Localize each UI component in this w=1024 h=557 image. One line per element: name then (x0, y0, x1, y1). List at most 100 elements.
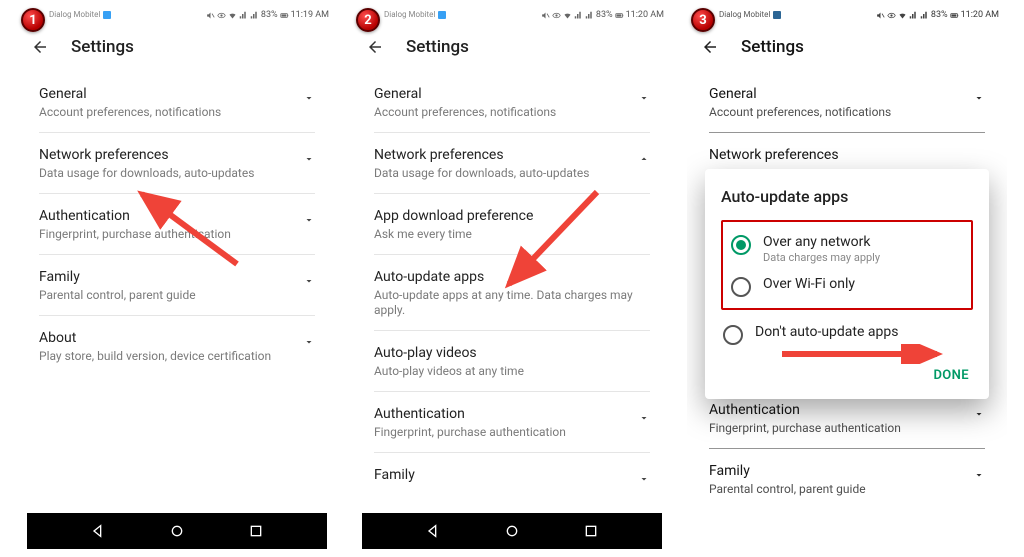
clock: 11:20 AM (961, 10, 999, 20)
clock: 11:20 AM (626, 10, 664, 20)
section-family[interactable]: Family Parental control, parent guide (709, 449, 985, 509)
section-title: App download preference (374, 208, 650, 224)
section-subtitle: Parental control, parent guide (709, 482, 963, 497)
battery-icon (615, 11, 624, 20)
app-header: Settings (17, 26, 337, 68)
status-bar: Dialog Mobitel 83% 11:20 AM (352, 4, 672, 26)
section-title: About (39, 330, 293, 346)
section-subtitle: Fingerprint, purchase authentication (374, 425, 628, 440)
signal-icon (585, 11, 594, 20)
back-icon[interactable] (701, 38, 719, 56)
chevron-down-icon (973, 92, 985, 104)
radio-icon[interactable] (731, 235, 751, 255)
auto-update-dialog: Auto-update apps Over any network Data c… (705, 169, 989, 399)
settings-list: General Account preferences, notificatio… (352, 68, 672, 498)
dialog-title: Auto-update apps (721, 187, 973, 206)
nav-recent-icon[interactable] (248, 523, 264, 539)
clock: 11:19 AM (291, 10, 329, 20)
carrier-icon (103, 11, 111, 19)
section-general[interactable]: General Account preferences, notificatio… (709, 72, 985, 133)
section-subtitle: Auto-update apps at any time. Data charg… (374, 288, 650, 318)
section-general[interactable]: General Account preferences, notificatio… (374, 72, 650, 133)
nav-back-icon[interactable] (425, 523, 441, 539)
eye-icon (887, 11, 896, 20)
done-button[interactable]: DONE (929, 362, 973, 389)
nav-recent-icon[interactable] (583, 523, 599, 539)
nav-back-icon[interactable] (90, 523, 106, 539)
chevron-down-icon (638, 412, 650, 424)
section-network[interactable]: Network preferences Data usage for downl… (39, 133, 315, 194)
radio-label: Over Wi-Fi only (763, 276, 855, 292)
section-subtitle: Account preferences, notifications (39, 105, 293, 120)
section-title: General (374, 86, 628, 102)
section-title: Network preferences (374, 147, 628, 163)
wifi-icon (563, 11, 572, 20)
status-bar: Dialog Mobitel 83% 11:20 AM (687, 4, 1007, 26)
page-title: Settings (71, 37, 134, 57)
step-badge: 2 (356, 8, 380, 32)
section-title: Family (709, 463, 963, 479)
phone-screen-3: 3 Dialog Mobitel 83% 11:20 AM Settings G… (687, 4, 1007, 549)
section-title: Auto-update apps (374, 269, 650, 285)
app-header: Settings (687, 26, 1007, 68)
section-download-pref[interactable]: App download preference Ask me every tim… (374, 194, 650, 255)
section-title: Authentication (709, 402, 963, 418)
section-title: Family (374, 467, 628, 483)
radio-option-any-network[interactable]: Over any network Data charges may apply (729, 228, 965, 270)
battery-icon (280, 11, 289, 20)
section-auth[interactable]: Authentication Fingerprint, purchase aut… (374, 392, 650, 453)
radio-option-wifi-only[interactable]: Over Wi-Fi only (729, 270, 965, 302)
section-auto-update[interactable]: Auto-update apps Auto-update apps at any… (374, 255, 650, 331)
section-general[interactable]: General Account preferences, notificatio… (39, 72, 315, 133)
carrier-icon (438, 11, 446, 19)
nav-home-icon[interactable] (169, 523, 185, 539)
signal-icon (920, 11, 929, 20)
section-auto-play[interactable]: Auto-play videos Auto-play videos at any… (374, 331, 650, 392)
page-title: Settings (406, 37, 469, 57)
app-header: Settings (352, 26, 672, 68)
section-subtitle: Fingerprint, purchase authentication (709, 421, 963, 436)
back-icon[interactable] (31, 38, 49, 56)
chevron-down-icon (303, 214, 315, 226)
page-title: Settings (741, 37, 804, 57)
radio-icon[interactable] (723, 325, 743, 345)
section-family[interactable]: Family Parental control, parent guide (39, 255, 315, 316)
section-title: Network preferences (39, 147, 293, 163)
section-title: Network preferences (709, 147, 985, 163)
section-subtitle: Account preferences, notifications (709, 105, 963, 120)
step-badge: 3 (691, 8, 715, 32)
radio-icon[interactable] (731, 277, 751, 297)
section-about[interactable]: About Play store, build version, device … (39, 316, 315, 376)
chevron-down-icon (303, 275, 315, 287)
battery-icon (950, 11, 959, 20)
chevron-down-icon (973, 469, 985, 481)
nav-home-icon[interactable] (504, 523, 520, 539)
status-bar: Dialog Mobitel 83% 11:19 AM (17, 4, 337, 26)
section-title: Authentication (39, 208, 293, 224)
mute-icon (876, 11, 885, 20)
section-subtitle: Auto-play videos at any time (374, 364, 650, 379)
phone-screen-2: 2 Dialog Mobitel 83% 11:20 AM Settings G… (352, 4, 672, 549)
battery-percent: 83% (261, 10, 278, 20)
section-network[interactable]: Network preferences Data usage for downl… (374, 133, 650, 194)
section-auth[interactable]: Authentication Fingerprint, purchase aut… (39, 194, 315, 255)
radio-option-dont-update[interactable]: Don't auto-update apps (721, 318, 973, 350)
wifi-icon (898, 11, 907, 20)
chevron-down-icon (303, 92, 315, 104)
carrier-label: Dialog Mobitel (719, 11, 770, 19)
section-subtitle: Parental control, parent guide (39, 288, 293, 303)
settings-list: General Account preferences, notificatio… (17, 68, 337, 376)
back-icon[interactable] (366, 38, 384, 56)
battery-percent: 83% (931, 10, 948, 20)
mute-icon (206, 11, 215, 20)
section-subtitle: Account preferences, notifications (374, 105, 628, 120)
section-title: Authentication (374, 406, 628, 422)
section-title: Family (39, 269, 293, 285)
section-subtitle: Data usage for downloads, auto-updates (374, 166, 628, 181)
chevron-down-icon (303, 153, 315, 165)
chevron-up-icon (638, 153, 650, 165)
section-family[interactable]: Family (374, 453, 650, 498)
section-subtitle: Fingerprint, purchase authentication (39, 227, 293, 242)
mute-icon (541, 11, 550, 20)
carrier-label: Dialog Mobitel (384, 11, 435, 19)
